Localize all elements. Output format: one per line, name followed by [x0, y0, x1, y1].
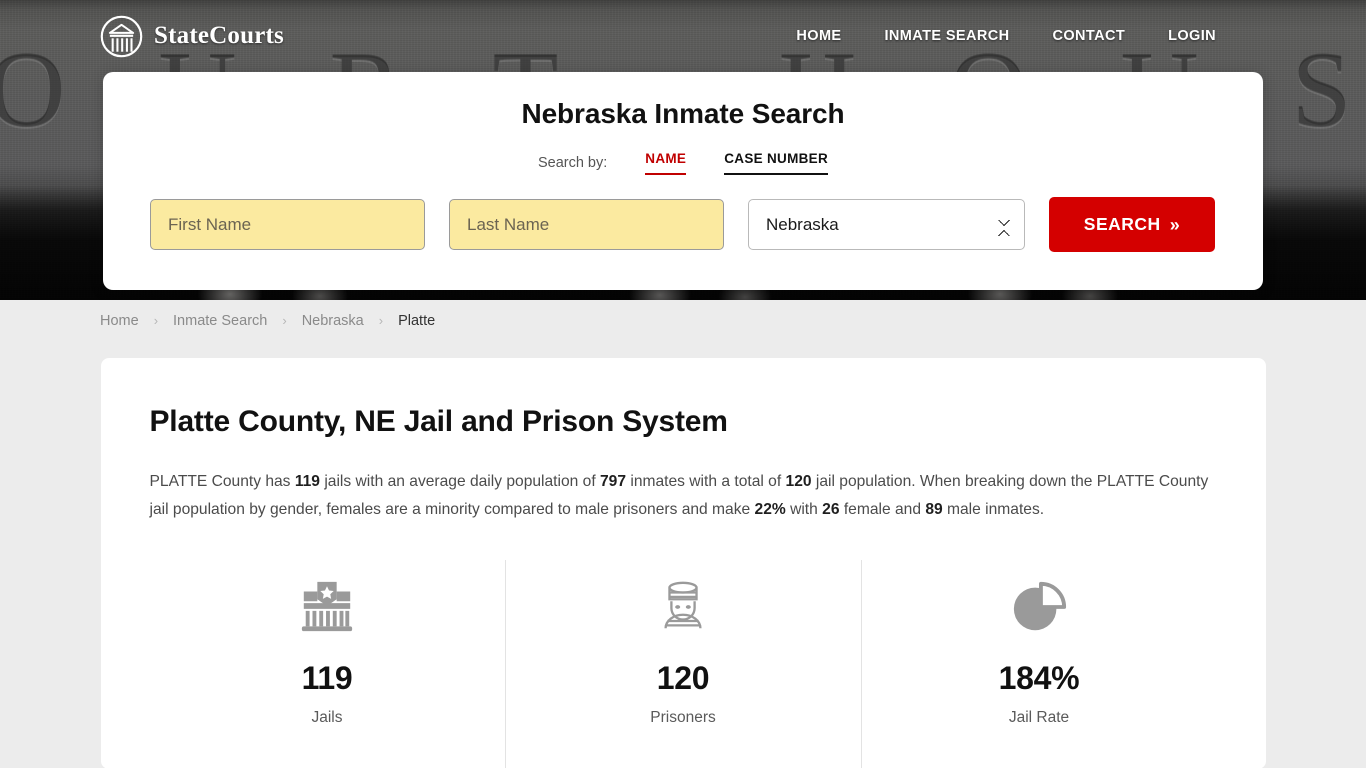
summary-female-percent: 22% [755, 501, 786, 518]
jail-building-icon [150, 576, 505, 638]
nav-item-login[interactable]: LOGIN [1168, 28, 1216, 44]
nav-item-contact[interactable]: CONTACT [1052, 28, 1125, 44]
summary-text-6: female and [840, 501, 926, 518]
first-name-input[interactable] [150, 199, 425, 250]
search-form: Nebraska SEARCH » [150, 197, 1216, 252]
summary-female-count: 26 [822, 501, 839, 518]
stat-jail-rate-label: Jail Rate [862, 709, 1217, 727]
search-button[interactable]: SEARCH » [1049, 197, 1215, 252]
county-stats-row: 119 Jails [150, 560, 1217, 768]
double-chevron-right-icon: » [1170, 216, 1181, 234]
stat-prisoners-label: Prisoners [506, 709, 861, 727]
primary-nav: HOME INMATE SEARCH CONTACT LOGIN [796, 28, 1216, 44]
search-card-title: Nebraska Inmate Search [150, 98, 1216, 130]
summary-male-count: 89 [925, 501, 942, 518]
last-name-input[interactable] [449, 199, 724, 250]
search-mode-tabs: Search by: NAME CASE NUMBER [150, 151, 1216, 175]
summary-total-population: 120 [786, 473, 812, 490]
stat-jails: 119 Jails [150, 560, 505, 768]
nav-item-inmate-search[interactable]: INMATE SEARCH [885, 28, 1010, 44]
courthouse-circle-logo-icon [100, 15, 143, 58]
stat-jails-value: 119 [150, 660, 505, 697]
state-select[interactable]: Nebraska [748, 199, 1025, 250]
breadcrumb-separator-icon: › [154, 313, 158, 328]
stat-prisoners-value: 120 [506, 660, 861, 697]
prisoner-icon [506, 576, 861, 638]
inmate-search-card: Nebraska Inmate Search Search by: NAME C… [103, 72, 1263, 290]
page-body: Platte County, NE Jail and Prison System… [0, 341, 1366, 768]
summary-jails-count: 119 [295, 473, 320, 490]
summary-text-2: jails with an average daily population o… [320, 473, 600, 490]
search-by-label: Search by: [538, 155, 607, 171]
hero-header: C O U R T · H O U S E StateCourts HOME [0, 0, 1366, 300]
summary-text-1: PLATTE County has [150, 473, 295, 490]
breadcrumb-item-home[interactable]: Home [100, 313, 139, 329]
county-summary-paragraph: PLATTE County has 119 jails with an aver… [150, 468, 1216, 524]
county-overview-card: Platte County, NE Jail and Prison System… [101, 358, 1266, 768]
summary-text-3: inmates with a total of [626, 473, 785, 490]
page-title: Platte County, NE Jail and Prison System [150, 405, 1217, 439]
breadcrumb-separator-icon: › [379, 313, 383, 328]
breadcrumb-item-platte: Platte [398, 313, 435, 329]
summary-text-7: male inmates. [943, 501, 1044, 518]
brand-name: StateCourts [154, 22, 284, 50]
breadcrumb: Home › Inmate Search › Nebraska › Platte [0, 300, 1366, 341]
stat-jail-rate: 184% Jail Rate [861, 560, 1217, 768]
pie-chart-icon [862, 576, 1217, 638]
breadcrumb-separator-icon: › [282, 313, 286, 328]
tab-search-by-name[interactable]: NAME [645, 151, 686, 175]
summary-text-5: with [786, 501, 822, 518]
breadcrumb-item-inmate-search[interactable]: Inmate Search [173, 313, 267, 329]
breadcrumb-item-nebraska[interactable]: Nebraska [302, 313, 364, 329]
stat-jails-label: Jails [150, 709, 505, 727]
brand-logo-link[interactable]: StateCourts [100, 15, 284, 58]
summary-average-daily-population: 797 [600, 473, 626, 490]
tab-search-by-case-number[interactable]: CASE NUMBER [724, 151, 828, 175]
navbar: StateCourts HOME INMATE SEARCH CONTACT L… [0, 0, 1366, 72]
stat-jail-rate-value: 184% [862, 660, 1217, 697]
stat-prisoners: 120 Prisoners [505, 560, 861, 768]
nav-item-home[interactable]: HOME [796, 28, 841, 44]
search-button-label: SEARCH [1084, 214, 1161, 235]
